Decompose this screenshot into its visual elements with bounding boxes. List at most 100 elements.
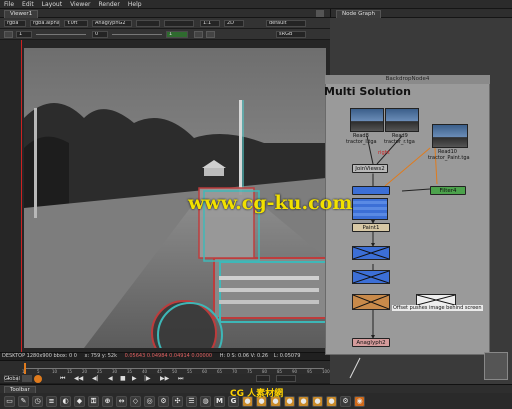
fstop-button[interactable]: [4, 31, 13, 38]
m-plugin-icon[interactable]: M: [214, 395, 225, 407]
transform-nodes-icon[interactable]: ↔: [116, 395, 127, 407]
filter-nodes-icon[interactable]: ◆: [74, 395, 85, 407]
skip-to-end-icon[interactable]: ⏭: [178, 375, 183, 383]
format-boundary-left: [21, 40, 22, 352]
play-forward-icon[interactable]: ▶: [132, 375, 137, 382]
gamma-field[interactable]: 1: [166, 31, 188, 38]
viewer-tab-bar: Viewer1: [0, 9, 330, 18]
transform-node-2-icon: [352, 270, 390, 284]
timeline-range-icon[interactable]: [34, 375, 42, 383]
panel-divider: [330, 9, 331, 18]
roi-button[interactable]: [206, 31, 215, 38]
exposure-slider[interactable]: [36, 34, 86, 35]
metadata-nodes-icon[interactable]: ⚙: [158, 395, 169, 407]
watermark-text: www.cg-ku.com: [188, 192, 353, 214]
view-mode-dropdown[interactable]: 2D: [224, 20, 244, 27]
tab-viewer1[interactable]: Viewer1: [4, 10, 39, 18]
channel-nodes-icon[interactable]: ≡: [46, 395, 57, 407]
node-graph-minimap[interactable]: [484, 352, 508, 380]
draw-nodes-icon[interactable]: ✎: [18, 395, 29, 407]
read10-thumbnail[interactable]: [432, 124, 468, 148]
logo-plugin-icon[interactable]: ◉: [354, 395, 365, 407]
settings-gear-icon[interactable]: ⚙: [340, 395, 351, 407]
read9-thumbnail[interactable]: [385, 108, 419, 132]
lut-dropdown[interactable]: default: [266, 20, 306, 27]
watermark-logo: CG 人素材網: [230, 389, 284, 399]
pixel-hsv: H: 0 S: 0.06 V: 0.26: [219, 353, 269, 359]
increment-field[interactable]: [256, 375, 270, 382]
merge-nodes-icon[interactable]: ⊕: [102, 395, 113, 407]
input-process-dropdown[interactable]: sRGB: [276, 31, 306, 38]
clip-button[interactable]: [194, 31, 203, 38]
views-stack-node[interactable]: [352, 198, 388, 220]
fps-field[interactable]: [22, 375, 32, 382]
gamma-slider[interactable]: [112, 34, 162, 35]
orange-plugin-icon-4[interactable]: ●: [284, 395, 295, 407]
next-keyframe-icon[interactable]: ▶▶: [160, 375, 169, 382]
3d-nodes-icon[interactable]: ◇: [130, 395, 141, 407]
menu-edit[interactable]: Edit: [22, 1, 34, 8]
panel-menu-icon[interactable]: [316, 10, 324, 17]
transform-node-1-icon: [352, 246, 390, 260]
read10-file: tractor_Paint.tga: [428, 155, 470, 161]
menubar: File Edit Layout Viewer Render Help: [0, 0, 512, 9]
paint-node[interactable]: Paint1: [352, 223, 390, 232]
menu-viewer[interactable]: Viewer: [70, 1, 90, 8]
offset-note: Offset pushes image behind screen: [392, 305, 483, 311]
input-b-dropdown[interactable]: [164, 20, 194, 27]
joinviews-node[interactable]: JoinViews2: [352, 164, 388, 173]
read8-file: tractor_l.tga: [346, 139, 377, 145]
menu-layout[interactable]: Layout: [42, 1, 62, 8]
other-nodes-icon[interactable]: ◍: [200, 395, 211, 407]
menu-help[interactable]: Help: [128, 1, 142, 8]
menu-render[interactable]: Render: [98, 1, 119, 8]
viewer-info-bar: DESKTOP 1280x900 bbox: 0 0 x: 759 y: 52k…: [0, 352, 330, 360]
particles-nodes-icon[interactable]: ✣: [172, 395, 183, 407]
timeline[interactable]: 1 5 10 15 20 25 30 35 40 45 50 55 60 65 70 75 80 85 90 95 10…: [0, 360, 330, 374]
transform-node-2[interactable]: [352, 270, 390, 284]
channels-dropdown[interactable]: rgba: [4, 20, 26, 27]
merge-node[interactable]: [352, 294, 390, 310]
toolsets-icon[interactable]: ☰: [186, 395, 197, 407]
orange-plugin-icon-5[interactable]: ●: [298, 395, 309, 407]
exposure-field[interactable]: 1: [16, 31, 32, 38]
right-view-label: right: [378, 150, 390, 156]
views-nodes-icon[interactable]: ◎: [144, 395, 155, 407]
gain-field[interactable]: 0: [92, 31, 108, 38]
menu-file[interactable]: File: [4, 1, 14, 8]
compare-dropdown[interactable]: [136, 20, 160, 27]
skip-to-start-icon[interactable]: ⏮: [60, 375, 65, 383]
colorspace-dropdown[interactable]: Y.0ft: [64, 20, 88, 27]
orange-plugin-icon-6[interactable]: ●: [312, 395, 323, 407]
views-split-node[interactable]: [352, 186, 390, 195]
transform-node-1[interactable]: [352, 246, 390, 260]
read8-thumbnail[interactable]: [350, 108, 384, 132]
merge-node-icon: [352, 294, 390, 310]
offset-node-icon: [416, 294, 456, 306]
read9-file: tractor_r.tga: [384, 139, 415, 145]
play-backward-icon[interactable]: ◀: [108, 375, 113, 382]
node-graph-tab-bar: Node Graph: [330, 9, 512, 18]
prev-keyframe-icon[interactable]: ◀◀: [74, 375, 83, 382]
color-nodes-icon[interactable]: ◐: [60, 395, 71, 407]
filter-node[interactable]: Filter4: [430, 186, 466, 195]
viewer-toolbar-top: rgba rgba.alpha Y.0ft AnaglyphG2 1:1 2D …: [0, 18, 330, 29]
viewer-toolbar-bottom: 1 0 1 sRGB: [0, 29, 330, 40]
input-a-dropdown[interactable]: AnaglyphG2: [92, 20, 132, 27]
stop-icon[interactable]: ■: [120, 375, 126, 382]
tab-node-graph[interactable]: Node Graph: [336, 10, 381, 18]
anaglyph-node[interactable]: Anaglyph2: [352, 338, 390, 347]
orange-plugin-icon-7[interactable]: ●: [326, 395, 337, 407]
pixel-coords: x: 759 y: 52k: [84, 353, 118, 359]
format-info: DESKTOP 1280x900 bbox: 0 0: [2, 353, 77, 359]
playback-range-dropdown[interactable]: [276, 375, 296, 382]
time-nodes-icon[interactable]: ◷: [32, 395, 43, 407]
layer-dropdown[interactable]: rgba.alpha: [30, 20, 60, 27]
prev-frame-icon[interactable]: ◀|: [92, 375, 99, 382]
keyer-nodes-icon[interactable]: ⚿: [88, 395, 99, 407]
next-frame-icon[interactable]: |▶: [144, 375, 151, 382]
pixel-luminance: L: 0.05079: [273, 353, 301, 359]
pixel-values: 0.05643 0.04984 0.04914 0.00000: [124, 353, 213, 359]
zoom-dropdown[interactable]: 1:1: [200, 20, 220, 27]
image-nodes-icon[interactable]: ▭: [4, 395, 15, 407]
